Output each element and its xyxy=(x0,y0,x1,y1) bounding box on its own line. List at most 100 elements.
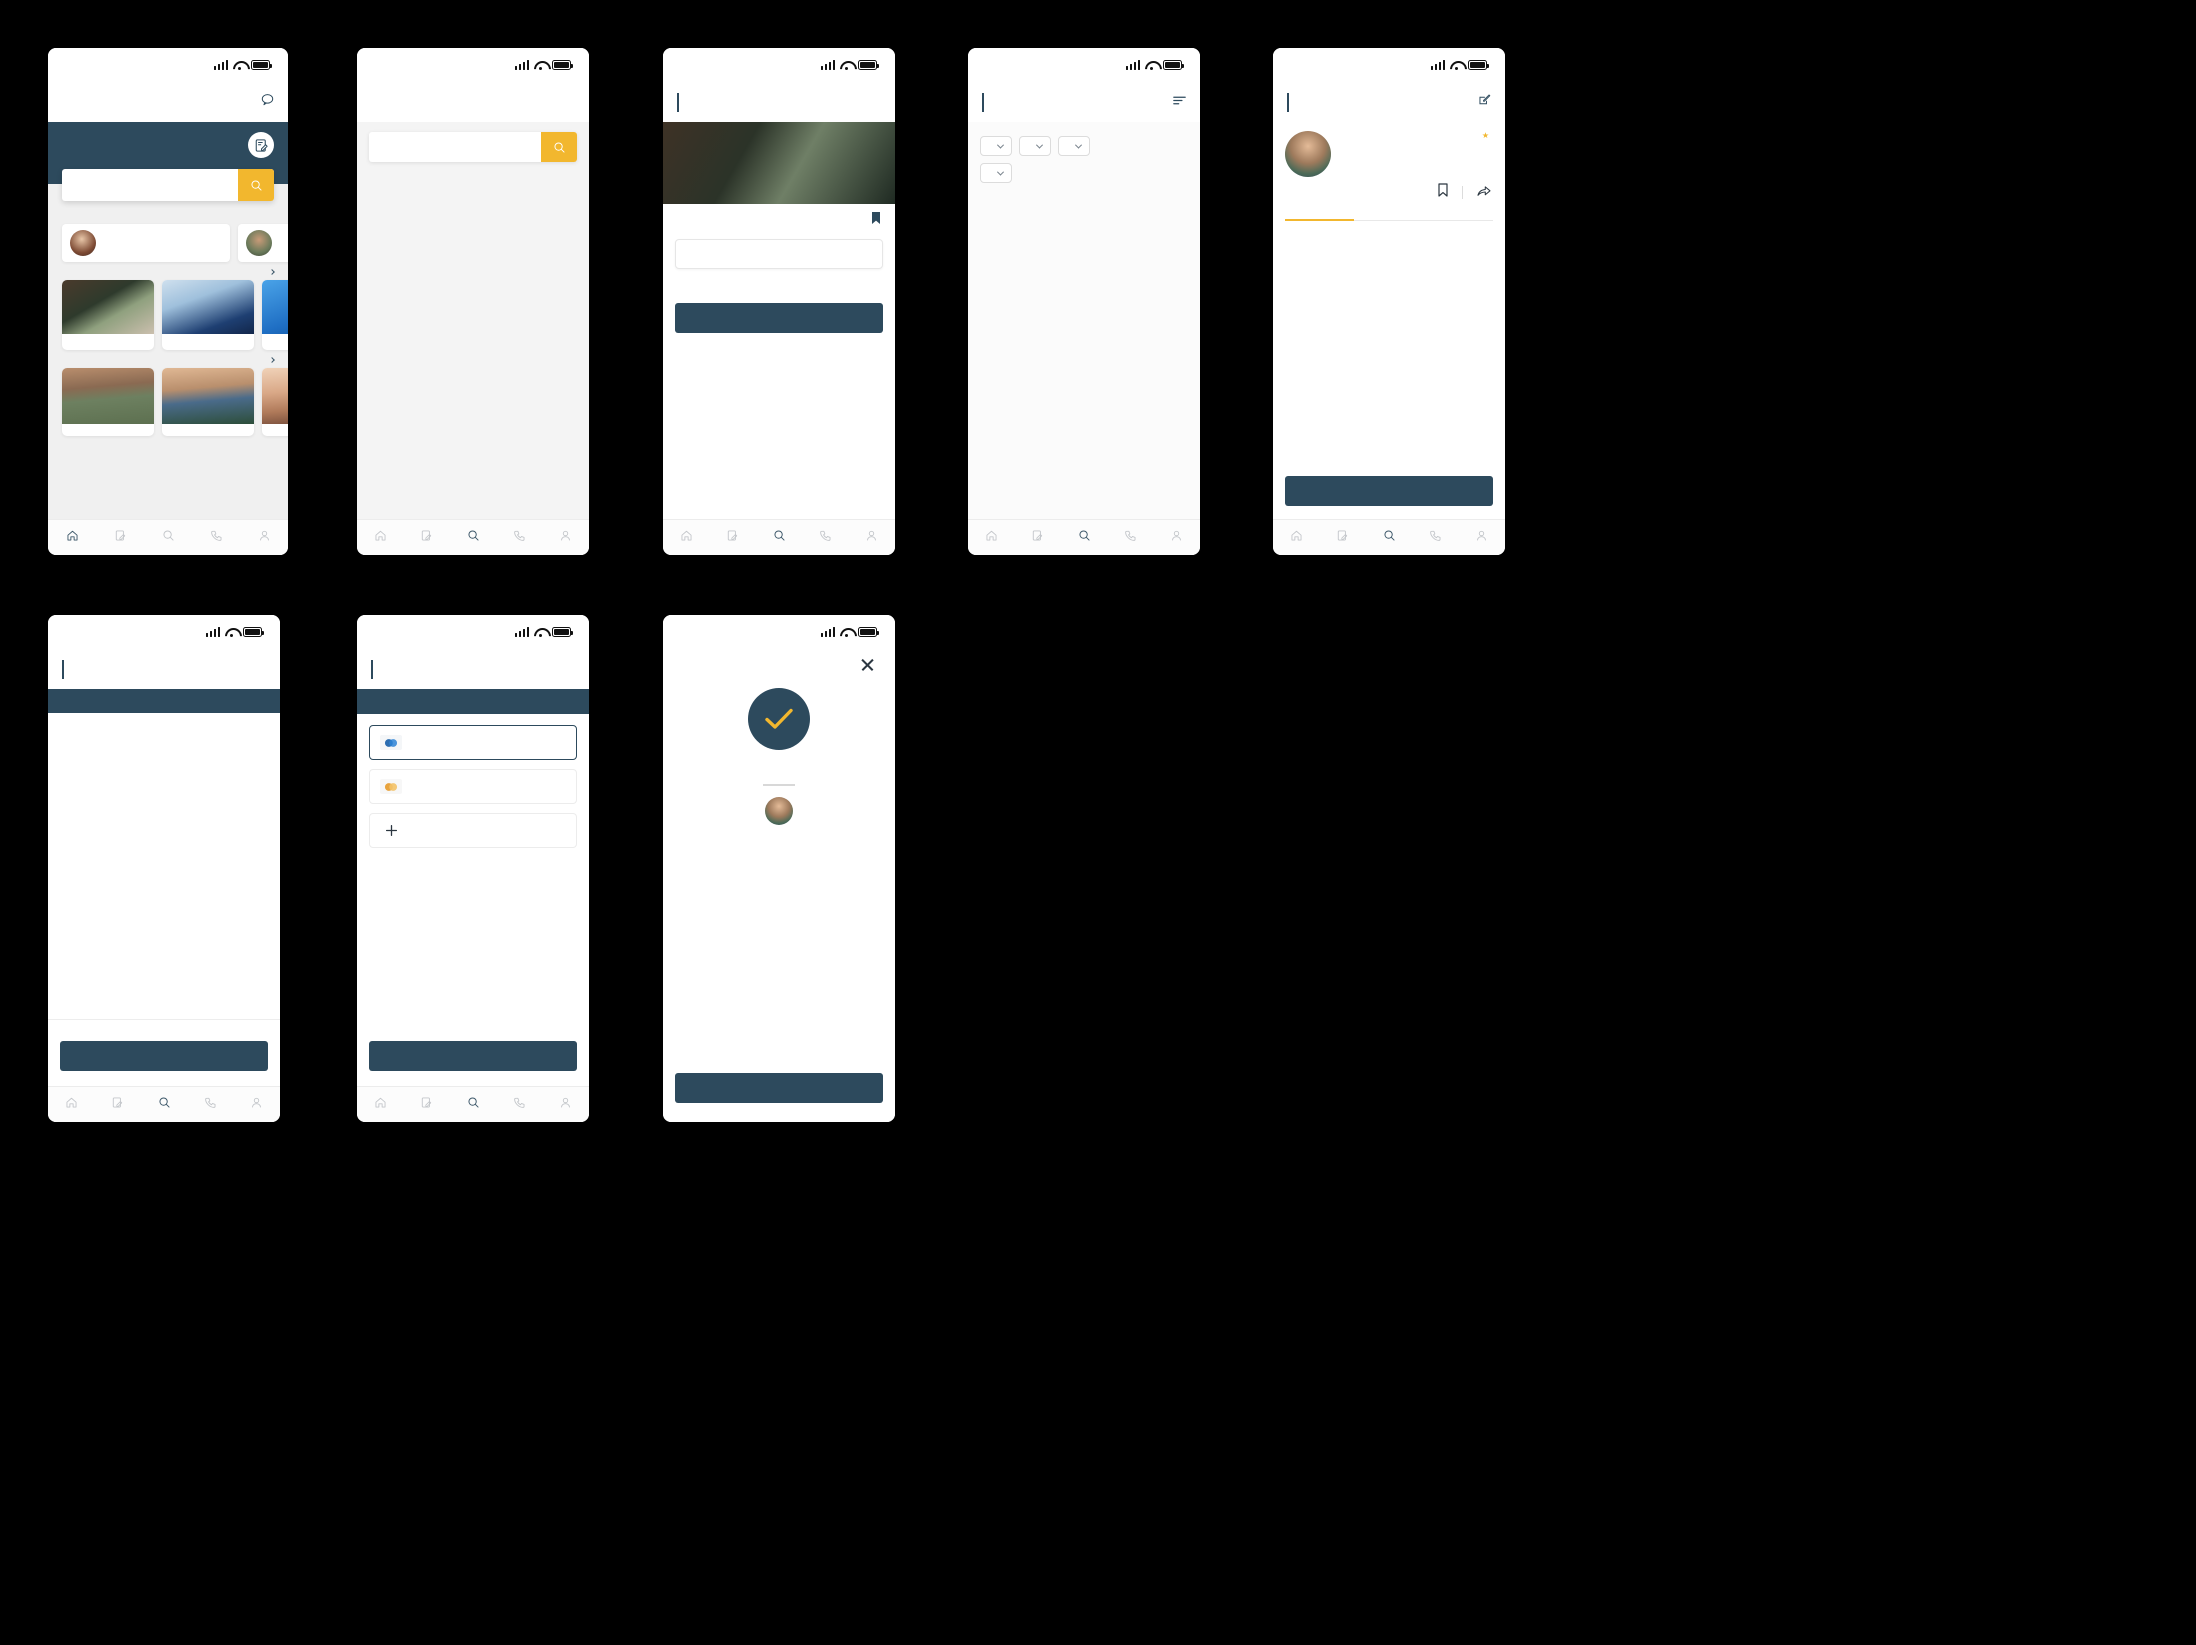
category-image xyxy=(62,280,154,334)
tab-my-calls[interactable] xyxy=(802,529,848,544)
battery-icon xyxy=(858,627,880,637)
post-request-icon[interactable] xyxy=(248,132,274,158)
tab-expertise[interactable] xyxy=(1354,207,1423,220)
tab-search[interactable] xyxy=(756,529,802,544)
save-category-row[interactable] xyxy=(675,204,883,239)
tab-my-calls[interactable] xyxy=(192,529,240,544)
profile-cta-wrap xyxy=(1273,476,1505,519)
list-item[interactable] xyxy=(238,224,288,262)
tab-my-calls[interactable] xyxy=(496,529,542,544)
see-all-experts-link[interactable] xyxy=(267,357,275,363)
filter-language[interactable] xyxy=(1058,136,1090,156)
filter-location[interactable] xyxy=(980,163,1012,183)
tab-search[interactable] xyxy=(144,529,192,544)
back-button[interactable] xyxy=(982,93,984,112)
bookmark-icon[interactable] xyxy=(1438,183,1448,202)
send-message-button[interactable] xyxy=(675,1073,883,1103)
tab-search[interactable] xyxy=(450,529,496,544)
list-item[interactable] xyxy=(62,280,154,350)
chevron-left-icon xyxy=(982,93,984,112)
tab-reviews[interactable] xyxy=(1424,207,1493,220)
search-icon[interactable] xyxy=(541,132,577,162)
wifi-icon xyxy=(534,60,547,70)
wifi-icon xyxy=(1145,60,1158,70)
make-appointment-button[interactable] xyxy=(1285,476,1493,506)
wifi-icon xyxy=(840,60,853,70)
tab-my-account[interactable] xyxy=(240,529,288,544)
list-item[interactable] xyxy=(162,280,254,350)
list-item[interactable] xyxy=(62,224,230,262)
tab-home[interactable] xyxy=(663,529,709,544)
payment-method-visa[interactable] xyxy=(369,725,577,760)
tab-search[interactable] xyxy=(1061,529,1107,544)
search-input[interactable] xyxy=(62,169,238,201)
next-button[interactable] xyxy=(60,1041,268,1071)
upcoming-calls-list xyxy=(62,224,288,262)
tab-my-account[interactable] xyxy=(543,529,589,544)
list-item[interactable] xyxy=(262,280,288,350)
expert-role xyxy=(262,429,288,436)
tab-my-calls[interactable] xyxy=(496,1096,542,1111)
tab-my-account[interactable] xyxy=(543,1096,589,1111)
tab-home[interactable] xyxy=(48,529,96,544)
tab-my-requests[interactable] xyxy=(1319,529,1365,544)
tab-my-account[interactable] xyxy=(1154,529,1200,544)
bottom-tabbar xyxy=(663,519,895,555)
home-navbar xyxy=(48,82,288,122)
tab-my-requests[interactable] xyxy=(96,529,144,544)
sort-icon[interactable] xyxy=(1173,93,1186,111)
tab-my-calls[interactable] xyxy=(1107,529,1153,544)
back-button[interactable] xyxy=(62,660,64,679)
filter-rating[interactable] xyxy=(980,136,1012,156)
tab-home[interactable] xyxy=(1273,529,1319,544)
status-icons xyxy=(213,60,273,70)
tab-search[interactable] xyxy=(1366,529,1412,544)
tab-my-requests[interactable] xyxy=(403,529,449,544)
tab-home[interactable] xyxy=(48,1096,94,1111)
tab-my-requests[interactable] xyxy=(709,529,755,544)
add-payment-method[interactable] xyxy=(369,813,577,848)
tab-home[interactable] xyxy=(357,1096,403,1111)
search-icon[interactable] xyxy=(238,169,274,201)
show-all-button[interactable] xyxy=(675,239,883,269)
category-image xyxy=(262,280,288,334)
tab-search[interactable] xyxy=(141,1096,187,1111)
tab-my-account[interactable] xyxy=(849,529,895,544)
tab-my-calls[interactable] xyxy=(187,1096,233,1111)
close-icon[interactable] xyxy=(860,657,875,672)
tab-my-calls[interactable] xyxy=(1412,529,1458,544)
share-icon[interactable] xyxy=(1477,184,1491,202)
list-item[interactable] xyxy=(262,368,288,436)
tab-my-account[interactable] xyxy=(1459,529,1505,544)
home-body xyxy=(48,184,288,519)
chevron-down-icon xyxy=(996,141,1005,149)
payment-method-amex[interactable] xyxy=(369,769,577,804)
tab-services[interactable] xyxy=(1285,207,1355,221)
subcategory-navbar xyxy=(663,82,895,122)
list-item[interactable] xyxy=(62,368,154,436)
confirm-payment-button[interactable] xyxy=(369,1041,577,1071)
expert-photo xyxy=(262,368,288,424)
chevron-left-icon xyxy=(62,660,64,679)
status-bar xyxy=(663,615,895,649)
tab-home[interactable] xyxy=(357,529,403,544)
back-button[interactable] xyxy=(1287,93,1289,112)
see-all-categories-link[interactable] xyxy=(267,269,275,275)
tab-my-requests[interactable] xyxy=(403,1096,449,1111)
edit-icon[interactable] xyxy=(1478,93,1491,111)
back-button[interactable] xyxy=(371,660,373,679)
bookmark-filled-icon[interactable] xyxy=(871,211,881,230)
find-experts-button[interactable] xyxy=(675,303,883,333)
chat-bubble-icon[interactable] xyxy=(261,93,274,111)
payment-body xyxy=(357,714,589,1041)
tab-my-requests[interactable] xyxy=(94,1096,140,1111)
tab-my-account[interactable] xyxy=(234,1096,280,1111)
filter-price[interactable] xyxy=(1019,136,1051,156)
tab-search[interactable] xyxy=(450,1096,496,1111)
search-input[interactable] xyxy=(369,132,541,162)
list-item[interactable] xyxy=(162,368,254,436)
tab-home[interactable] xyxy=(968,529,1014,544)
chevron-right-icon xyxy=(269,357,275,363)
back-button[interactable] xyxy=(677,93,679,112)
tab-my-requests[interactable] xyxy=(1014,529,1060,544)
